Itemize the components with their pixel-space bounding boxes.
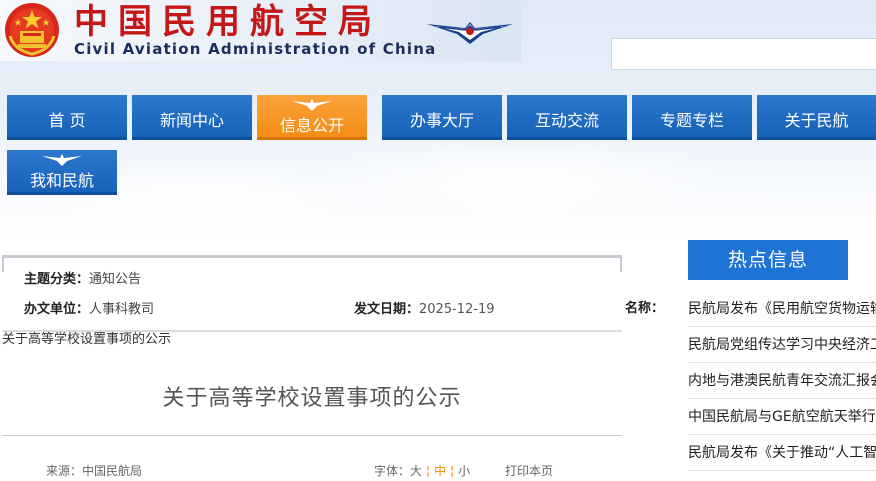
hot-item[interactable]: 民航局发布《关于推动“人工智 [688,436,876,471]
nav-label: 首 页 [48,111,86,130]
search-input[interactable] [611,38,876,70]
topic-value: 通知公告 [89,272,142,287]
national-emblem-icon [5,3,59,57]
divider [2,435,622,436]
divider [620,258,622,272]
date-row: 发文日期：2025-12-19 [354,298,495,317]
topic-label: 主题分类： [24,272,90,287]
unit-label: 办文单位： [24,302,90,317]
article-title: 关于高等学校设置事项的公示 [162,386,462,411]
font-label: 字体： [374,464,411,478]
print-page-link[interactable]: 打印本页 [505,462,553,479]
date-label: 发文日期： [354,302,420,317]
nav-label: 信息公开 [279,116,344,135]
hot-item[interactable]: 民航局党组传达学习中央经济工 [688,328,876,363]
font-medium-button[interactable]: 中 [434,464,446,478]
breadcrumb: 关于高等学校设置事项的公示 [2,332,172,347]
separator: ¦ [450,464,455,478]
nav-about[interactable]: 关于民航 [757,95,876,140]
nav-home[interactable]: 首 页 [7,95,127,140]
divider [2,258,4,272]
nav-service-hall[interactable]: 办事大厅 [382,95,502,140]
wings-icon [42,154,82,166]
nav-label: 互动交流 [534,111,599,130]
unit-row: 办文单位：人事科教司 [24,298,154,317]
topic-row: 主题分类：通知公告 [24,268,141,287]
separator: ¦ [426,464,431,478]
nav-special-topics[interactable]: 专题专栏 [632,95,752,140]
hot-item[interactable]: 中国民航局与GE航空航天举行 [688,400,876,435]
date-value: 2025-12-19 [419,302,495,317]
site-logo-banner[interactable]: 中国民用航空局 Civil Aviation Administration of… [0,0,521,61]
nav-label: 我和民航 [29,171,94,190]
nav-label: 办事大厅 [409,111,474,130]
site-title-en: Civil Aviation Administration of China [74,40,437,58]
wings-icon [292,99,332,111]
name-label: 名称： [625,301,665,316]
nav-label: 专题专栏 [659,111,724,130]
document-info-table [2,255,622,332]
font-small-button[interactable]: 小 [458,464,470,478]
hot-item[interactable]: 内地与港澳民航青年交流汇报会 [688,364,876,399]
nav-label: 新闻中心 [159,111,224,130]
font-size-controls: 字体：大 ¦ 中 ¦ 小 [374,462,470,479]
nav-news-center[interactable]: 新闻中心 [132,95,252,140]
site-title-cn: 中国民用航空局 [74,2,382,42]
hot-item[interactable]: 民航局发布《民用航空货物运输 [688,292,876,327]
nav-interaction[interactable]: 互动交流 [507,95,627,140]
unit-value: 人事科教司 [89,302,155,317]
article-source: 来源：中国民航局 [46,464,143,478]
nav-info-disclosure[interactable]: 信息公开 [257,95,367,140]
caac-wings-logo-icon [427,22,513,44]
font-large-button[interactable]: 大 [410,464,422,478]
nav-me-and-aviation[interactable]: 我和民航 [7,150,117,195]
nav-label: 关于民航 [784,111,849,130]
hot-info-title: 热点信息 [688,240,848,280]
